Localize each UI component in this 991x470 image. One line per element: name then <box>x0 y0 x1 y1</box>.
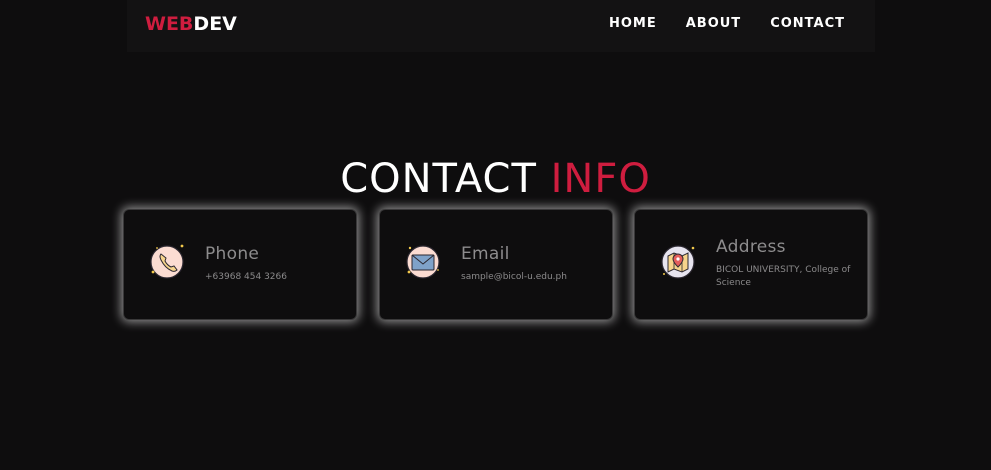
logo-part-web: WEB <box>145 13 194 35</box>
contact-card-email: Email sample@bicol-u.edu.ph <box>379 209 613 320</box>
logo[interactable]: WEBDEV <box>145 13 237 35</box>
page-title-main: CONTACT <box>340 156 537 202</box>
envelope-icon <box>404 242 442 280</box>
nav-home-link[interactable]: HOME <box>609 16 657 31</box>
nav-about-link[interactable]: ABOUT <box>686 16 741 31</box>
phone-icon <box>148 242 186 280</box>
contact-card-phone: Phone +63968 454 3266 <box>123 209 357 320</box>
nav-links: HOME ABOUT CONTACT <box>609 16 845 31</box>
page-title-accent: INFO <box>550 156 651 202</box>
page-title: CONTACT INFO <box>0 155 991 203</box>
card-text-phone: +63968 454 3266 <box>205 272 287 282</box>
nav-contact-link[interactable]: CONTACT <box>770 16 845 31</box>
logo-part-dev: DEV <box>193 13 237 35</box>
card-text-address: BICOL UNIVERSITY, College of Science <box>716 265 851 288</box>
card-title-email: Email <box>461 244 510 264</box>
card-text-email: sample@bicol-u.edu.ph <box>461 272 567 282</box>
card-title-phone: Phone <box>205 244 260 264</box>
navbar: WEBDEV HOME ABOUT CONTACT <box>127 0 875 52</box>
contact-card-address: Address BICOL UNIVERSITY, College of Sci… <box>634 209 868 320</box>
card-title-address: Address <box>716 237 786 257</box>
map-pin-icon <box>659 242 697 280</box>
